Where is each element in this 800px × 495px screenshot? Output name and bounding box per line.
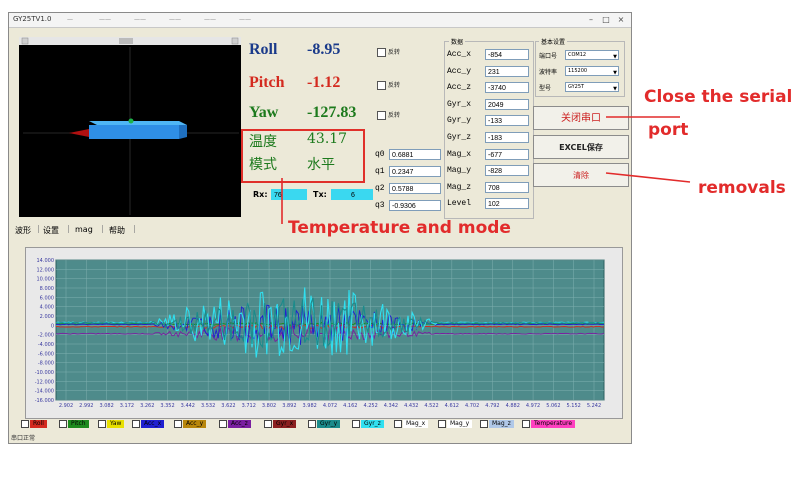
- annotation-lines: [281, 116, 691, 224]
